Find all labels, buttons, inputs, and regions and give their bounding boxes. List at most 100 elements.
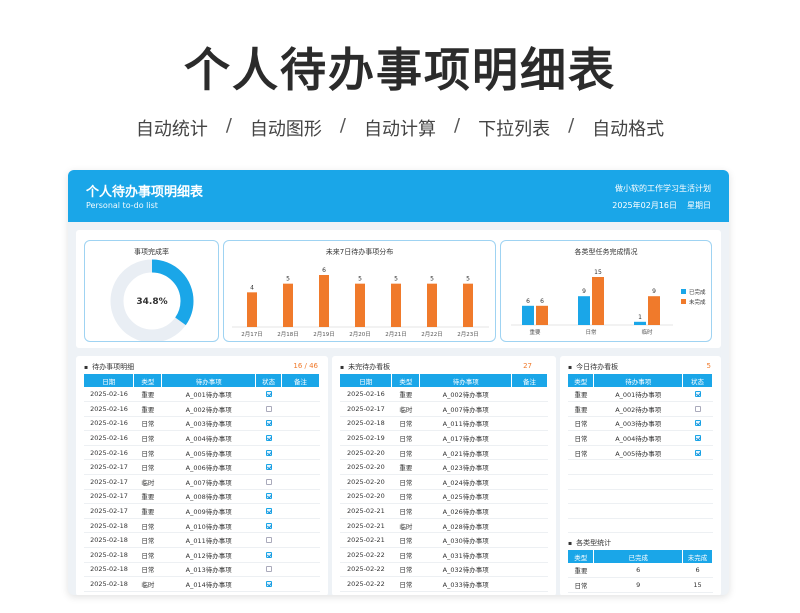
- status-cell: [255, 445, 282, 461]
- legend-swatch: [681, 289, 686, 294]
- table-cell: 2025-02-18: [340, 416, 392, 432]
- column-header: 类型: [133, 374, 163, 387]
- table-cell: [511, 547, 548, 563]
- table-cell: 日常: [568, 445, 594, 461]
- table-cell: 日常: [133, 532, 162, 549]
- bar: [319, 275, 329, 327]
- bar: [463, 283, 473, 327]
- table-cell: 日常: [133, 445, 162, 461]
- x-tick-label: 临时: [641, 328, 653, 336]
- legend-swatch: [681, 299, 686, 304]
- table-cell: A_002待办事项: [161, 401, 256, 417]
- table-row: 2025-02-17 日常 A_006待办事项: [84, 459, 320, 476]
- table-row: 2025-02-16 日常 A_005待办事项: [84, 445, 320, 461]
- table-row: 2025-02-16 重要 A_001待办事项: [84, 387, 320, 403]
- checked-checkbox-icon[interactable]: [694, 449, 701, 456]
- empty-cell: [593, 459, 683, 476]
- table-cell: 2025-02-17: [84, 503, 134, 519]
- table-cell: 重要: [133, 401, 162, 417]
- table-cell: 重要: [391, 459, 420, 476]
- completion-rate-value: 34.8%: [136, 297, 167, 307]
- table-cell: 2025-02-21: [340, 532, 392, 549]
- table-row: 2025-02-18 临时 A_014待办事项: [84, 576, 320, 592]
- table-row: 2025-02-21 日常 A_030待办事项: [340, 532, 548, 549]
- table-cell: 2025-02-20: [340, 459, 392, 476]
- x-tick-label: 2月23日: [457, 331, 479, 338]
- table-cell: 2025-02-22: [340, 562, 392, 578]
- bar: [247, 292, 257, 327]
- checked-checkbox-icon[interactable]: [265, 435, 272, 442]
- checked-checkbox-icon[interactable]: [265, 522, 272, 529]
- table-cell: 日常: [391, 547, 420, 563]
- bar: [391, 283, 401, 327]
- table-cell: A_028待办事项: [419, 518, 512, 534]
- legend-label: 已完成: [689, 288, 706, 296]
- x-tick-label: 2月19日: [313, 331, 335, 338]
- table-cell: A_033待办事项: [419, 576, 512, 592]
- unchecked-checkbox-icon[interactable]: [265, 405, 272, 412]
- unchecked-checkbox-icon[interactable]: [265, 478, 272, 485]
- status-cell: [255, 562, 282, 578]
- bar: [592, 277, 604, 325]
- table-cell: A_023待办事项: [419, 459, 512, 476]
- checked-checkbox-icon[interactable]: [265, 391, 272, 398]
- table-row: 2025-02-16 重要 A_002待办事项: [340, 387, 548, 403]
- x-tick-label: 2月18日: [277, 331, 299, 338]
- checked-checkbox-icon[interactable]: [265, 508, 272, 515]
- table-cell: [511, 459, 548, 476]
- separator: /: [339, 115, 346, 136]
- empty-cell: [568, 489, 594, 505]
- hero-title: 个人待办事项明细表: [184, 43, 616, 97]
- today-board-header: 今日待办看板 5: [560, 356, 721, 374]
- table-cell: A_025待办事项: [419, 489, 512, 505]
- table-cell: 日常: [133, 547, 162, 563]
- table-row: 2025-02-22 日常 A_031待办事项: [340, 547, 548, 563]
- table-cell: 2025-02-16: [340, 387, 392, 403]
- dashboard-title: 个人待办事项明细表: [86, 185, 204, 200]
- checked-checkbox-icon[interactable]: [694, 420, 701, 427]
- status-cell: [255, 474, 282, 490]
- table-cell: [511, 576, 548, 592]
- type-stats-header: 各类型统计: [560, 532, 721, 550]
- table-cell: 日常: [391, 489, 420, 505]
- today-board-title: 今日待办看板: [568, 362, 618, 372]
- table-row: 2025-02-19 日常 A_017待办事项: [340, 430, 548, 446]
- seven-day-chart-title: 未来7日待办事项分布: [325, 248, 394, 256]
- column-header: 类型: [391, 374, 421, 387]
- checked-checkbox-icon[interactable]: [265, 420, 272, 427]
- empty-cell: [593, 503, 683, 519]
- table-cell: 2025-02-22: [340, 576, 392, 592]
- table-cell: A_007待办事项: [419, 401, 512, 417]
- todo-detail-count: 16 / 46: [293, 362, 318, 370]
- table-cell: [511, 562, 548, 578]
- status-cell: [255, 430, 282, 446]
- feature-auto-format: 自动格式: [592, 119, 665, 140]
- table-cell: 2025-02-16: [84, 416, 134, 432]
- checked-checkbox-icon[interactable]: [694, 435, 701, 442]
- table-cell: 日常: [391, 532, 420, 549]
- checked-checkbox-icon[interactable]: [265, 493, 272, 500]
- checked-checkbox-icon[interactable]: [265, 551, 272, 558]
- checked-checkbox-icon[interactable]: [694, 391, 701, 398]
- completion-rate-chart: 事项完成率 34.8%: [84, 240, 219, 343]
- data-label: 15: [594, 269, 602, 276]
- status-cell: [682, 416, 713, 432]
- checked-checkbox-icon[interactable]: [265, 464, 272, 471]
- table-row: 2025-02-17 临时 A_007待办事项: [340, 401, 548, 417]
- table-row: 2025-02-20 日常 A_024待办事项: [340, 474, 548, 490]
- unchecked-checkbox-icon[interactable]: [265, 537, 272, 544]
- table-cell: A_004待办事项: [593, 430, 683, 446]
- today-board-table: 类型 待办事项 状态 重要 A_001待办事项 重要 A_002待办事项 日常 A_003待办…: [568, 374, 713, 534]
- table-cell: 日常: [133, 430, 162, 446]
- todo-detail-title: 待办事项明细: [84, 362, 134, 372]
- pending-board-count: 27: [523, 362, 532, 370]
- checked-checkbox-icon[interactable]: [265, 449, 272, 456]
- status-cell: [255, 401, 282, 417]
- data-label: 5: [430, 276, 434, 283]
- dashboard-card: 个人待办事项明细表 Personal to-do list 做小软的工作学习生活…: [68, 170, 729, 595]
- table-cell: 2025-02-19: [340, 430, 392, 446]
- unchecked-checkbox-icon[interactable]: [265, 566, 272, 573]
- checked-checkbox-icon[interactable]: [265, 581, 272, 588]
- unchecked-checkbox-icon[interactable]: [694, 405, 701, 412]
- table-cell: A_001待办事项: [593, 387, 683, 403]
